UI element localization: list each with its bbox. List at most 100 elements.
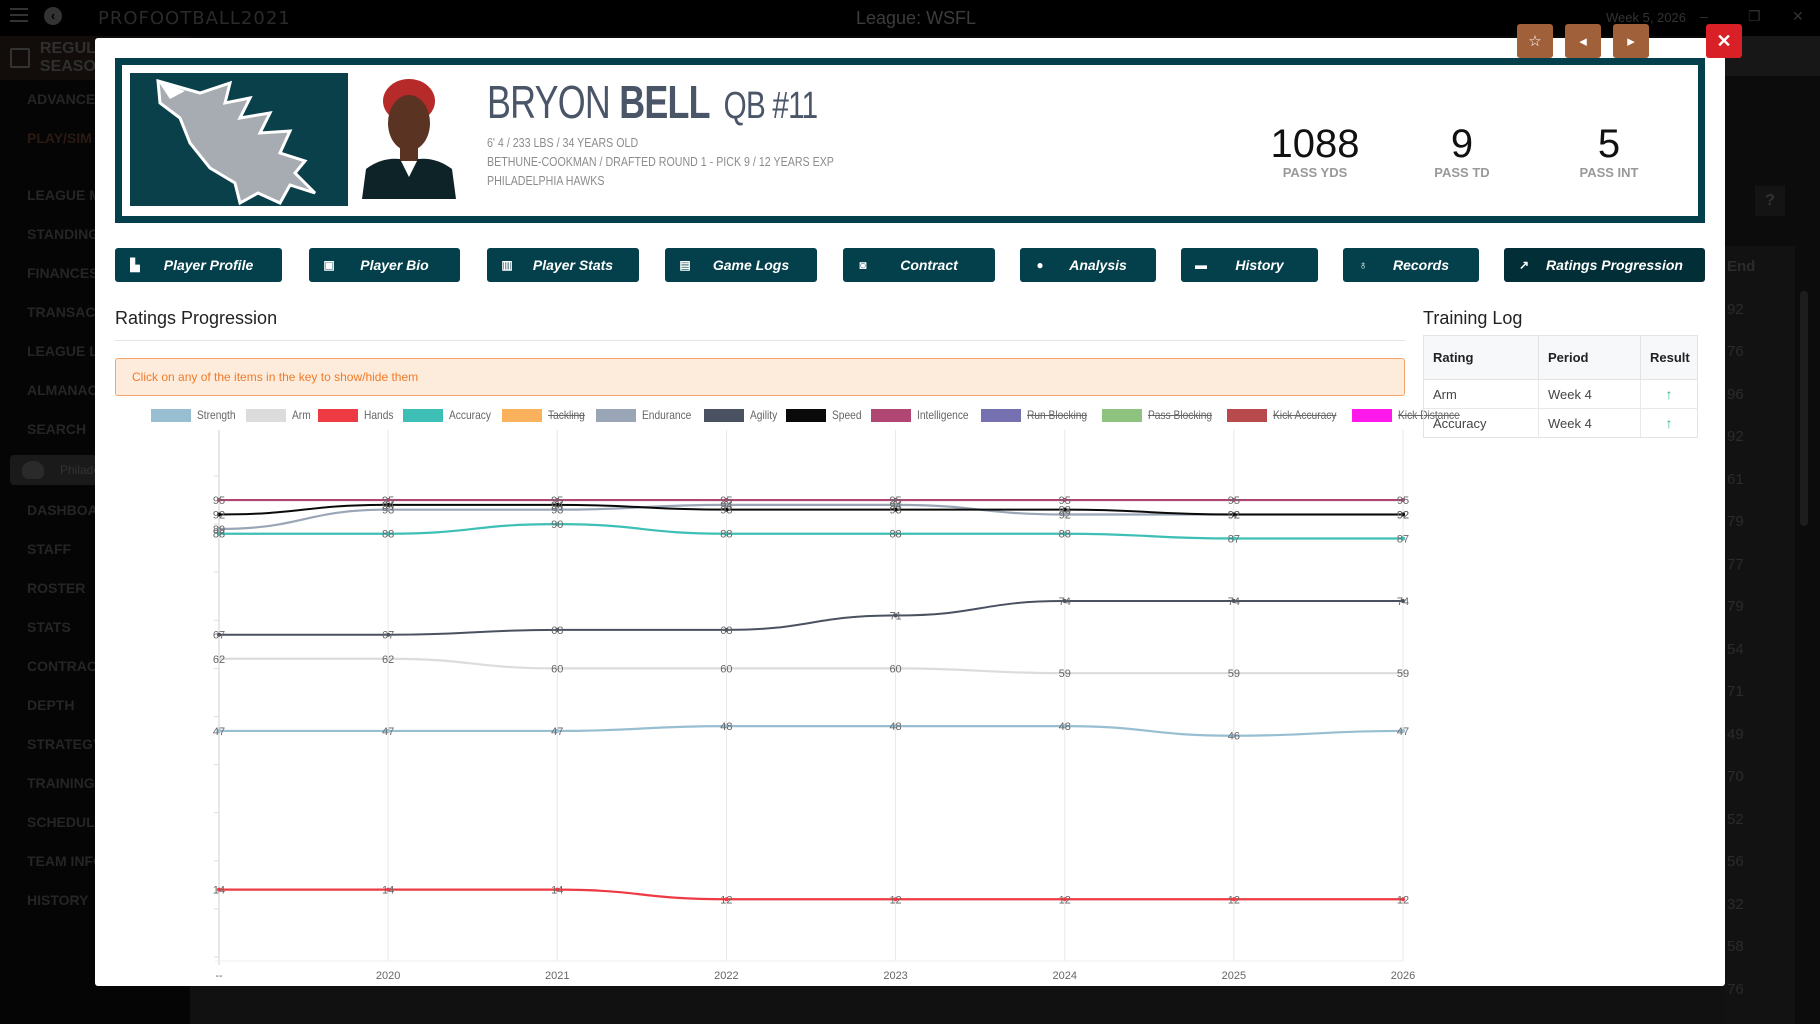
clipboard-icon: ▤ <box>679 258 691 272</box>
x-tick-label: -- <box>215 970 223 982</box>
stat-value: 1088 <box>1270 122 1360 166</box>
player-photo <box>362 73 456 199</box>
favorite-button[interactable]: ☆ <box>1517 24 1553 58</box>
x-tick-label: 2023 <box>883 970 907 982</box>
column-header-period[interactable]: Period <box>1538 335 1641 380</box>
legend-label: Speed <box>831 408 862 422</box>
stat-pass-yds: 1088 PASS YDS <box>1245 123 1385 180</box>
tab-analysis[interactable]: ● Analysis <box>1020 248 1156 282</box>
tab-player-bio[interactable]: ▣ Player Bio <box>309 248 460 282</box>
legend-item-strength[interactable]: Strength <box>151 408 236 422</box>
data-label: 74 <box>1397 596 1409 608</box>
data-label: 92 <box>1228 509 1240 521</box>
series-line-hands <box>219 888 1403 901</box>
data-label: 88 <box>1059 529 1071 541</box>
data-label: 62 <box>213 654 225 666</box>
ratings-chart: -- 2020 2021 2022 2023 2024 2025 2026 47 47 47 48 48… <box>213 430 1415 982</box>
league-title: League: WSFL <box>856 8 977 28</box>
tab-records[interactable]: ♁ Records <box>1343 248 1479 282</box>
legend-label: Run Blocking <box>1027 408 1088 422</box>
column-header-result[interactable]: Result <box>1640 335 1698 380</box>
series-line-accuracy <box>219 522 1403 540</box>
cell-period: Week 4 <box>1538 408 1641 438</box>
data-label: 95 <box>213 495 225 507</box>
data-label: 59 <box>1228 668 1240 680</box>
data-label: 95 <box>1397 495 1409 507</box>
back-icon[interactable]: ‹ <box>44 7 62 25</box>
data-label: 92 <box>213 509 225 521</box>
data-label: 95 <box>889 495 901 507</box>
legend-item-tackling[interactable]: Tackling <box>502 408 585 422</box>
legend-swatch <box>502 408 543 422</box>
data-label: 14 <box>213 885 225 897</box>
data-label: 60 <box>889 663 901 675</box>
tab-ratings-progression[interactable]: ↗ Ratings Progression <box>1504 248 1705 282</box>
background-cell: 32 <box>1727 895 1744 913</box>
background-cell: 61 <box>1727 470 1744 488</box>
arrow-up-icon: ↑ <box>1665 415 1673 431</box>
close-modal-button[interactable]: ✕ <box>1706 24 1742 58</box>
data-label: 59 <box>1059 668 1071 680</box>
legend-item-run-blocking[interactable]: Run Blocking <box>981 408 1092 422</box>
legend-item-endurance[interactable]: Endurance <box>595 408 694 422</box>
caret-right-icon: ▸ <box>1627 33 1635 50</box>
data-label: 12 <box>720 894 732 906</box>
data-label: 47 <box>1397 726 1409 738</box>
legend-swatch <box>1227 408 1268 422</box>
tab-game-logs[interactable]: ▤ Game Logs <box>665 248 817 282</box>
player-measurements: 6' 4 / 233 LBS / 34 YEARS OLD <box>487 135 639 150</box>
legend-item-intelligence[interactable]: Intelligence <box>870 408 972 422</box>
data-label: 59 <box>1397 668 1409 680</box>
minimize-icon[interactable]: – <box>1700 8 1708 24</box>
legend-item-pass-blocking[interactable]: Pass Blocking <box>1101 408 1217 422</box>
legend-item-arm[interactable]: Arm <box>246 408 311 422</box>
legend-item-kick-accuracy[interactable]: Kick Accuracy <box>1227 408 1342 422</box>
data-label: 74 <box>1059 596 1071 608</box>
data-label: 14 <box>382 885 394 897</box>
data-label: 12 <box>1397 894 1409 906</box>
line-chart-icon: ↗ <box>1518 258 1530 272</box>
maximize-icon[interactable]: ❐ <box>1748 8 1761 25</box>
data-label: 14 <box>551 885 563 897</box>
modal-toolbar: ☆ ◂ ▸ <box>1517 24 1649 58</box>
tab-history[interactable]: ▬ History <box>1181 248 1318 282</box>
previous-player-button[interactable]: ◂ <box>1565 24 1601 58</box>
player-name: BRYON BELL QB #11 <box>487 75 818 129</box>
column-header-rating[interactable]: Rating <box>1423 335 1539 380</box>
legend-item-accuracy[interactable]: Accuracy <box>403 408 492 422</box>
data-label: 88 <box>889 529 901 541</box>
legend-item-speed[interactable]: Speed <box>785 408 862 422</box>
caret-left-icon: ◂ <box>1579 33 1587 50</box>
help-icon[interactable]: ? <box>1755 186 1785 216</box>
tab-player-profile[interactable]: ▙ Player Profile <box>115 248 282 282</box>
background-scrollbar[interactable] <box>1800 291 1808 526</box>
background-cell: 96 <box>1727 385 1744 403</box>
window-close-icon[interactable]: ✕ <box>1792 8 1804 25</box>
legend-swatch <box>1352 408 1393 422</box>
data-label: 62 <box>382 654 394 666</box>
tab-player-stats[interactable]: ▥ Player Stats <box>487 248 639 282</box>
legend-swatch <box>595 408 636 422</box>
archive-icon: ▬ <box>1195 258 1207 272</box>
ratings-progression-title: Ratings Progression <box>115 308 278 328</box>
legend-item-agility[interactable]: Agility <box>703 408 777 422</box>
data-label: 89 <box>213 524 225 536</box>
id-badge-icon: ▣ <box>323 258 335 272</box>
player-header: BRYON BELL QB #11 6' 4 / 233 LBS / 34 YE… <box>115 58 1705 223</box>
legend-swatch <box>403 408 444 422</box>
bar-chart-icon: ▥ <box>501 258 513 272</box>
data-label: 48 <box>1059 721 1071 733</box>
legend-item-hands[interactable]: Hands <box>318 408 394 422</box>
stat-label: PASS INT <box>1579 165 1639 180</box>
background-cell: 71 <box>1727 683 1744 700</box>
legend-label: Intelligence <box>916 408 969 422</box>
legend-label: Strength <box>197 408 236 422</box>
divider <box>115 340 1405 341</box>
data-label: 12 <box>1228 894 1240 906</box>
helmet-icon <box>22 461 44 479</box>
arrow-up-icon: ↑ <box>1640 379 1698 409</box>
tab-contract[interactable]: ◙ Contract <box>843 248 995 282</box>
menu-icon[interactable] <box>10 8 28 24</box>
next-player-button[interactable]: ▸ <box>1613 24 1649 58</box>
data-label: 87 <box>1397 534 1409 546</box>
